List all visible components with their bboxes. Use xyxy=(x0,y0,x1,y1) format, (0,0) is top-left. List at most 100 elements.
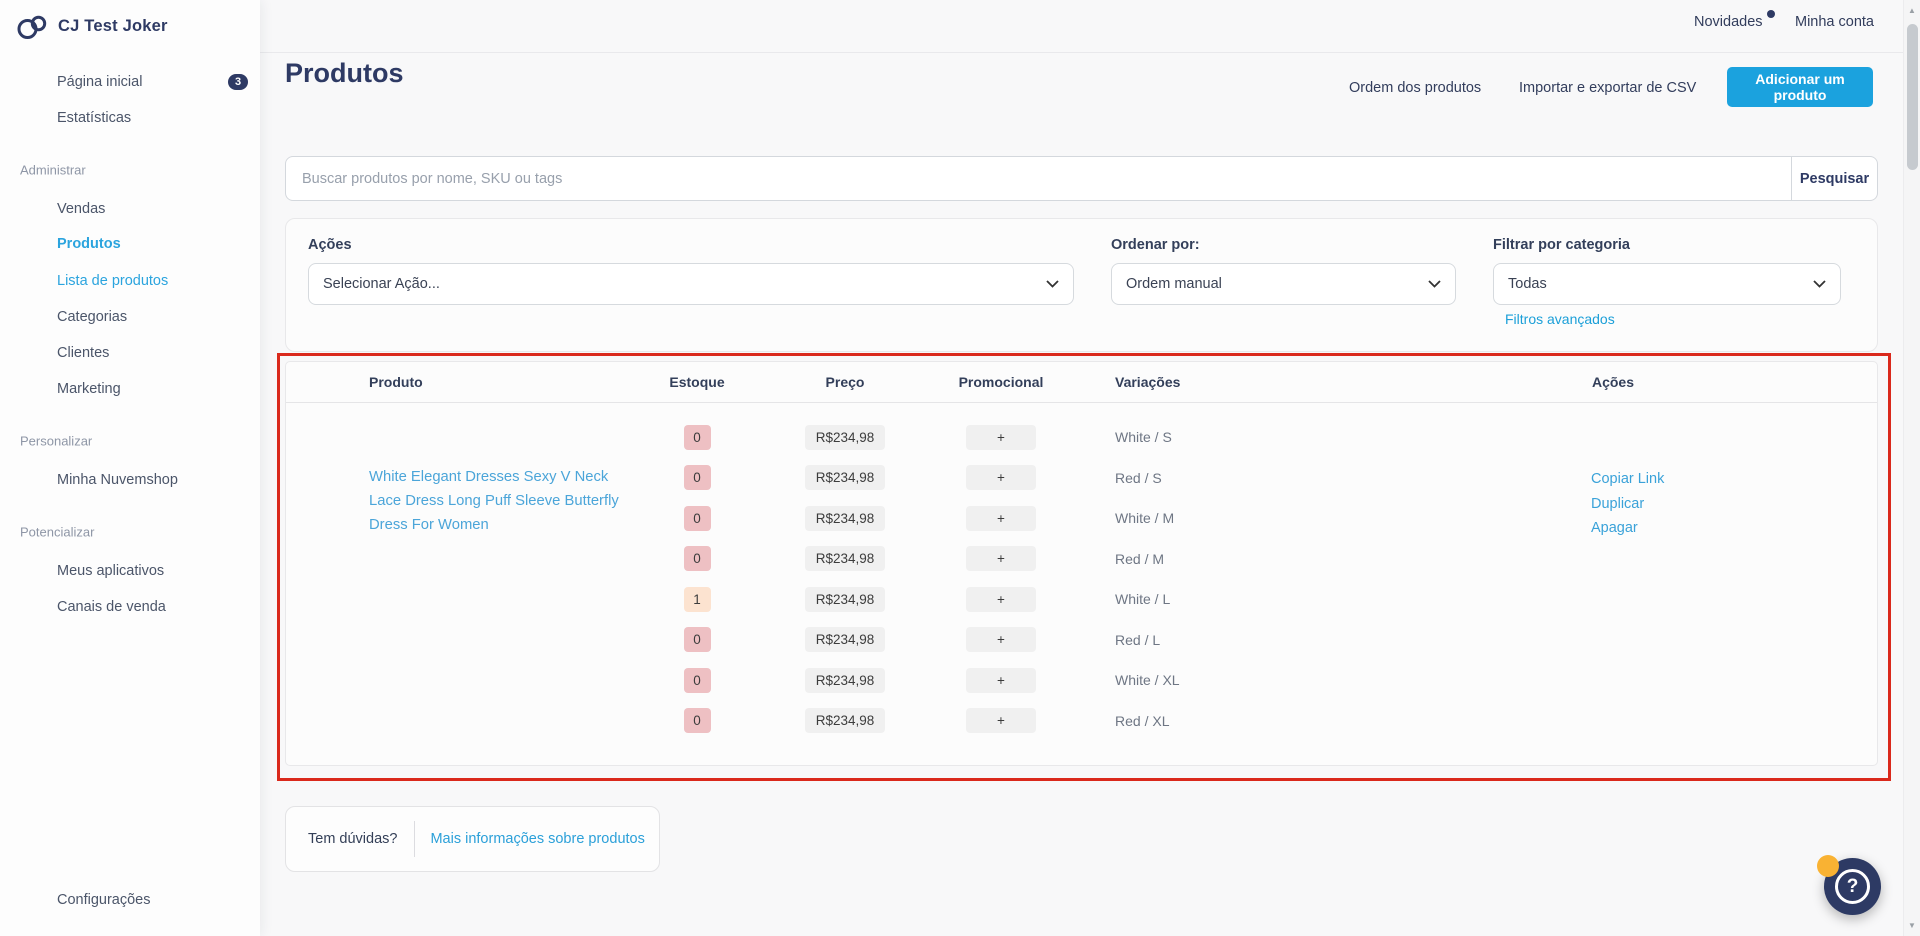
filtrar-por-categoria-label: Filtrar por categoria xyxy=(1493,237,1630,253)
scroll-down-icon[interactable]: ▼ xyxy=(1904,921,1920,930)
stock-badge[interactable]: 0 xyxy=(684,546,711,571)
vertical-scrollbar: ▲ ▼ xyxy=(1903,0,1920,936)
apagar-action[interactable]: Apagar xyxy=(1591,516,1664,541)
ordem-dos-produtos-link[interactable]: Ordem dos produtos xyxy=(1349,80,1481,96)
categoria-select[interactable]: Todas xyxy=(1493,263,1841,305)
sidebar-item-clientes[interactable]: Clientes xyxy=(57,345,109,361)
ordenar-por-label: Ordenar por: xyxy=(1111,237,1200,253)
stock-badge[interactable]: 0 xyxy=(684,425,711,450)
duplicar-action[interactable]: Duplicar xyxy=(1591,492,1664,517)
stock-badge[interactable]: 0 xyxy=(684,627,711,652)
promo-add-button[interactable]: + xyxy=(966,627,1036,652)
filtros-avancados-link[interactable]: Filtros avançados xyxy=(1505,311,1615,327)
adicionar-um-produto-button[interactable]: Adicionar um produto xyxy=(1727,67,1873,107)
column-header-preco: Preço xyxy=(768,374,922,390)
variation-label: White / S xyxy=(1080,429,1349,445)
products-table: Produto Estoque Preço Promocional Variaç… xyxy=(285,361,1878,766)
footer-divider xyxy=(414,821,415,857)
page-title: Produtos xyxy=(285,58,404,89)
stock-badge[interactable]: 0 xyxy=(684,506,711,531)
sidebar-item-lista-de-produtos[interactable]: Lista de produtos xyxy=(57,273,168,289)
stock-badge[interactable]: 0 xyxy=(684,668,711,693)
sidebar-item-categorias[interactable]: Categorias xyxy=(57,309,127,325)
topbar-divider xyxy=(260,52,1920,53)
importar-exportar-csv-link[interactable]: Importar e exportar de CSV xyxy=(1519,80,1696,96)
promo-add-button[interactable]: + xyxy=(966,546,1036,571)
ordenar-por-select[interactable]: Ordem manual xyxy=(1111,263,1456,305)
price-badge[interactable]: R$234,98 xyxy=(805,546,886,571)
chevron-down-icon xyxy=(1428,280,1441,288)
chevron-down-icon xyxy=(1046,280,1059,288)
product-name-link[interactable]: White Elegant Dresses Sexy V Neck Lace D… xyxy=(369,465,627,537)
categoria-select-value: Todas xyxy=(1508,276,1547,292)
sidebar-item-produtos[interactable]: Produtos xyxy=(57,236,121,252)
variant-row: 0 R$234,98 + Red / M xyxy=(286,539,1877,580)
variant-row: 0 R$234,98 + Red / XL xyxy=(286,701,1877,742)
column-header-promocional: Promocional xyxy=(922,374,1080,390)
promo-add-button[interactable]: + xyxy=(966,465,1036,490)
column-header-variacoes: Variações xyxy=(1080,374,1349,390)
sidebar-item-canais-de-venda[interactable]: Canais de venda xyxy=(57,599,166,615)
promo-add-button[interactable]: + xyxy=(966,708,1036,733)
help-footer-card: Tem dúvidas? Mais informações sobre prod… xyxy=(285,806,660,872)
scrollbar-thumb[interactable] xyxy=(1907,24,1918,170)
stock-badge[interactable]: 1 xyxy=(684,587,711,612)
sidebar-item-marketing[interactable]: Marketing xyxy=(57,381,121,397)
variant-row: 1 R$234,98 + White / L xyxy=(286,579,1877,620)
variant-row: 0 R$234,98 + White / S xyxy=(286,417,1877,458)
promo-add-button[interactable]: + xyxy=(966,668,1036,693)
sidebar-item-meus-aplicativos[interactable]: Meus aplicativos xyxy=(57,563,164,579)
chevron-down-icon xyxy=(1813,280,1826,288)
sidebar-section-personalizar: Personalizar xyxy=(20,434,92,449)
price-badge[interactable]: R$234,98 xyxy=(805,465,886,490)
variation-label: Red / M xyxy=(1080,551,1349,567)
filters-panel: Ações Selecionar Ação... Ordenar por: Or… xyxy=(285,218,1878,352)
nuvemshop-logo-icon xyxy=(16,13,49,40)
price-badge[interactable]: R$234,98 xyxy=(805,627,886,652)
variant-row: 0 R$234,98 + White / XL xyxy=(286,660,1877,701)
help-notification-dot xyxy=(1817,855,1839,877)
home-notification-badge: 3 xyxy=(228,74,248,90)
column-header-estoque: Estoque xyxy=(626,374,768,390)
mais-informacoes-link[interactable]: Mais informações sobre produtos xyxy=(430,831,644,847)
ordenar-por-select-value: Ordem manual xyxy=(1126,276,1222,292)
minha-conta-link[interactable]: Minha conta xyxy=(1795,14,1874,30)
table-header-row: Produto Estoque Preço Promocional Variaç… xyxy=(286,362,1877,403)
novidades-link[interactable]: Novidades xyxy=(1694,14,1763,30)
promo-add-button[interactable]: + xyxy=(966,425,1036,450)
question-icon: ? xyxy=(1835,869,1870,904)
variant-row: 0 R$234,98 + Red / L xyxy=(286,620,1877,661)
sidebar-item-estatisticas[interactable]: Estatísticas xyxy=(57,110,131,126)
price-badge[interactable]: R$234,98 xyxy=(805,587,886,612)
copiar-link-action[interactable]: Copiar Link xyxy=(1591,467,1664,492)
price-badge[interactable]: R$234,98 xyxy=(805,708,886,733)
price-badge[interactable]: R$234,98 xyxy=(805,506,886,531)
acoes-label: Ações xyxy=(308,237,352,253)
novidades-label: Novidades xyxy=(1694,14,1763,30)
sidebar-item-vendas[interactable]: Vendas xyxy=(57,201,105,217)
sidebar-item-configuracoes[interactable]: Configurações xyxy=(57,892,151,908)
store-logo[interactable]: CJ Test Joker xyxy=(16,13,168,40)
price-badge[interactable]: R$234,98 xyxy=(805,425,886,450)
variation-label: Red / XL xyxy=(1080,713,1349,729)
help-button[interactable]: ? xyxy=(1824,858,1881,915)
table-body: 0 R$234,98 + White / S 0 R$234,98 + Red … xyxy=(286,403,1877,765)
acoes-select[interactable]: Selecionar Ação... xyxy=(308,263,1074,305)
price-badge[interactable]: R$234,98 xyxy=(805,668,886,693)
variation-label: White / L xyxy=(1080,591,1349,607)
promo-add-button[interactable]: + xyxy=(966,587,1036,612)
stock-badge[interactable]: 0 xyxy=(684,465,711,490)
search-bar: Pesquisar xyxy=(285,156,1878,201)
sidebar-item-minha-nuvemshop[interactable]: Minha Nuvemshop xyxy=(57,472,178,488)
promo-add-button[interactable]: + xyxy=(966,506,1036,531)
row-actions: Copiar Link Duplicar Apagar xyxy=(1591,467,1664,541)
variation-label: White / M xyxy=(1080,510,1349,526)
products-page: CJ Test Joker Página inicial 3 Estatísti… xyxy=(0,0,1920,936)
stock-badge[interactable]: 0 xyxy=(684,708,711,733)
notification-dot xyxy=(1767,10,1775,18)
search-input[interactable] xyxy=(286,157,1791,200)
column-header-acoes: Ações xyxy=(1349,374,1877,390)
sidebar-item-pagina-inicial[interactable]: Página inicial xyxy=(57,74,142,90)
pesquisar-button[interactable]: Pesquisar xyxy=(1791,157,1877,200)
scroll-up-icon[interactable]: ▲ xyxy=(1904,6,1920,15)
